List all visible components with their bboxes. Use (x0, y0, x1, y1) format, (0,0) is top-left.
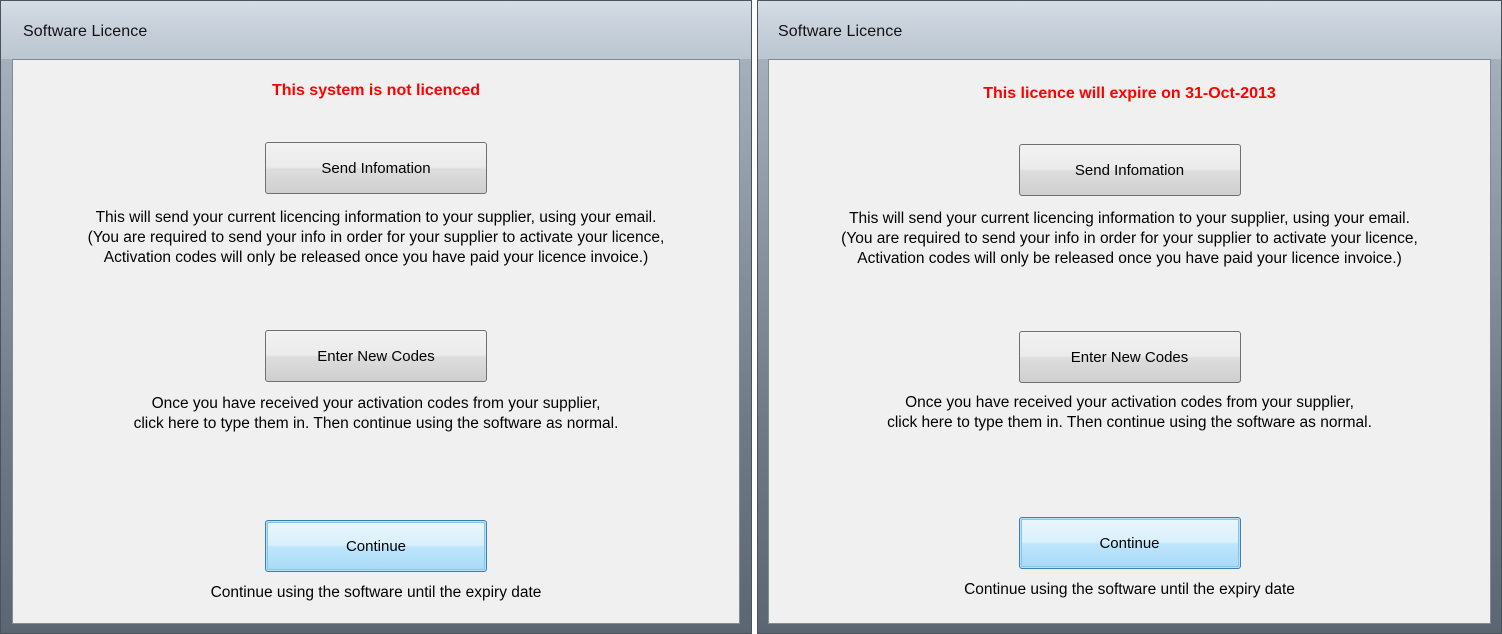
title-bar[interactable]: Software Licence (758, 1, 1501, 59)
send-info-line-3: Activation codes will only be released o… (857, 250, 1402, 267)
title-bar[interactable]: Software Licence (1, 1, 751, 59)
send-info-line-2: (You are required to send your info in o… (87, 229, 665, 246)
enter-codes-line-2: click here to type them in. Then continu… (133, 415, 619, 432)
enter-codes-description: Once you have received your activation c… (13, 394, 739, 434)
send-info-line-1: This will send your current licencing in… (95, 209, 657, 226)
enter-new-codes-button[interactable]: Enter New Codes (1018, 331, 1241, 383)
enter-codes-line-1: Once you have received your activation c… (905, 394, 1354, 411)
send-information-description: This will send your current licencing in… (13, 208, 739, 268)
licence-status-message: This system is not licenced (271, 82, 481, 99)
send-information-description: This will send your current licencing in… (769, 209, 1490, 269)
send-info-line-3: Activation codes will only be released o… (103, 249, 649, 266)
window-title: Software Licence (23, 23, 148, 40)
send-information-button[interactable]: Send Infomation (1018, 144, 1241, 196)
enter-codes-line-2: click here to type them in. Then continu… (887, 414, 1372, 431)
continue-description: Continue using the software until the ex… (210, 584, 542, 601)
dialog-body: This system is not licenced Send Infomat… (12, 59, 740, 624)
licence-status-message: This licence will expire on 31-Oct-2013 (983, 85, 1276, 102)
dialog-body: This licence will expire on 31-Oct-2013 … (768, 59, 1491, 624)
licence-dialog-unlicensed: Software Licence This system is not lice… (0, 0, 752, 634)
licence-dialog-expiring: Software Licence This licence will expir… (757, 0, 1502, 634)
enter-codes-line-1: Once you have received your activation c… (151, 395, 601, 412)
window-title: Software Licence (778, 23, 903, 40)
enter-new-codes-button[interactable]: Enter New Codes (265, 330, 487, 382)
send-information-button[interactable]: Send Infomation (265, 142, 487, 194)
continue-description: Continue using the software until the ex… (964, 581, 1295, 598)
continue-button[interactable]: Continue (265, 520, 487, 572)
continue-button[interactable]: Continue (1018, 517, 1241, 569)
enter-codes-description: Once you have received your activation c… (769, 393, 1490, 433)
send-info-line-2: (You are required to send your info in o… (841, 230, 1418, 247)
send-info-line-1: This will send your current licencing in… (849, 210, 1410, 227)
